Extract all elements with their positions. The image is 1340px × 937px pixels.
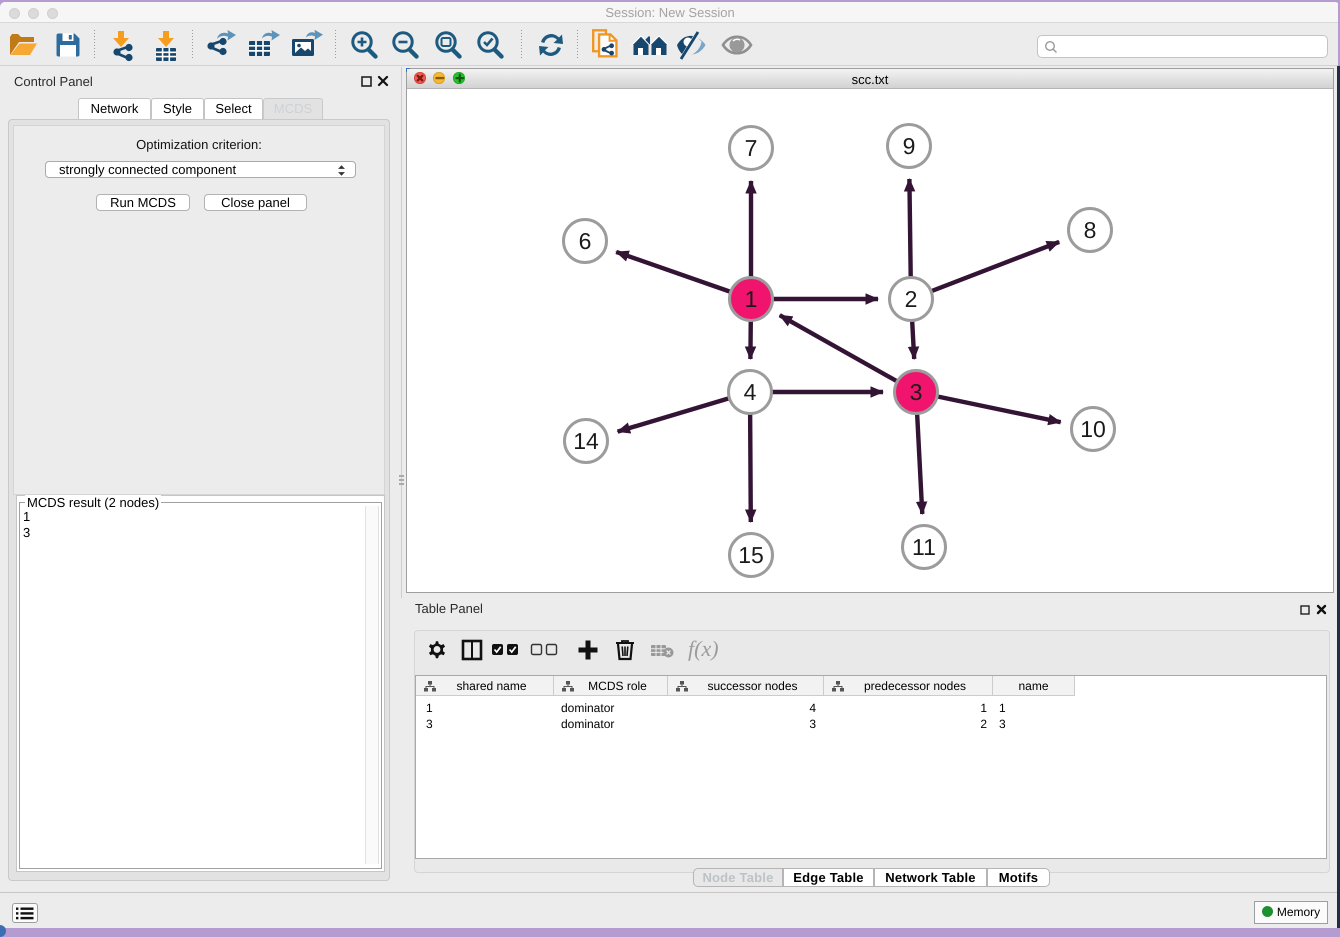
svg-text:15: 15 — [738, 542, 764, 568]
svg-text:11: 11 — [912, 534, 936, 560]
svg-text:9: 9 — [903, 133, 916, 159]
svg-text:1: 1 — [745, 286, 758, 312]
svg-text:14: 14 — [573, 428, 599, 454]
svg-text:8: 8 — [1084, 217, 1097, 243]
svg-text:6: 6 — [579, 228, 592, 254]
svg-text:4: 4 — [744, 379, 757, 405]
svg-text:10: 10 — [1080, 416, 1106, 442]
svg-text:2: 2 — [905, 286, 918, 312]
svg-text:3: 3 — [910, 379, 923, 405]
svg-text:7: 7 — [745, 135, 758, 161]
